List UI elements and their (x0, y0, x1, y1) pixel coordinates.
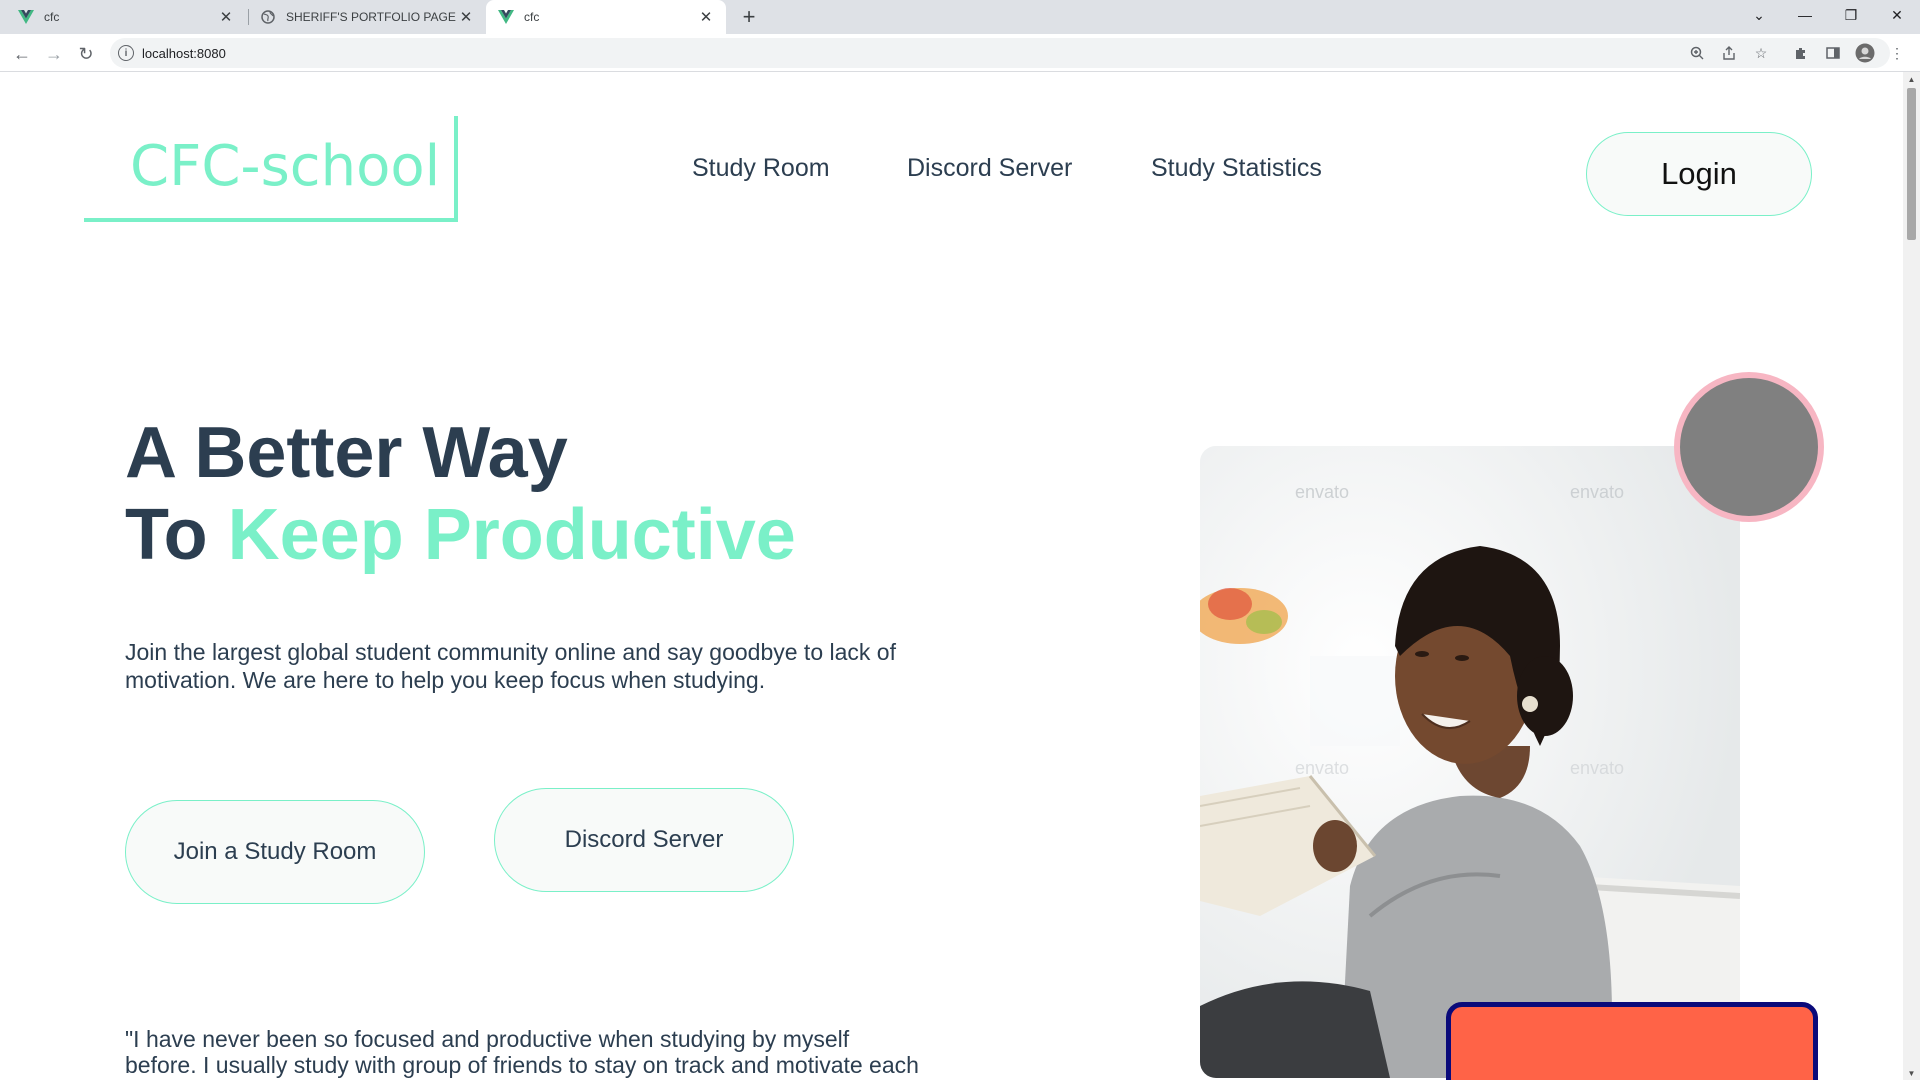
globe-icon (260, 9, 276, 25)
nav-study-statistics[interactable]: Study Statistics (1151, 154, 1322, 183)
watermark-text: envato (1295, 758, 1349, 778)
watermark-text: envato (1570, 758, 1624, 778)
share-icon[interactable] (1718, 42, 1740, 64)
reload-icon[interactable]: ↻ (74, 42, 98, 66)
login-button[interactable]: Login (1586, 132, 1812, 216)
tab-title: SHERIFF'S PORTFOLIO PAGE (286, 10, 456, 24)
page-scrollbar[interactable]: ▲ ▼ (1903, 72, 1920, 1080)
tab-title: cfc (44, 10, 60, 24)
tab-title: cfc (524, 10, 540, 24)
nav-study-room[interactable]: Study Room (692, 154, 830, 183)
hero-title-line1: A Better Way (125, 413, 568, 493)
site-logo[interactable]: CFC-school (84, 116, 458, 222)
scroll-down-arrow-icon[interactable]: ▼ (1903, 1066, 1920, 1080)
profile-avatar-icon[interactable] (1854, 42, 1876, 64)
scroll-up-arrow-icon[interactable]: ▲ (1903, 72, 1920, 86)
zoom-icon[interactable] (1686, 42, 1708, 64)
testimonial-quote: "I have never been so focused and produc… (125, 1026, 919, 1078)
new-tab-icon[interactable]: + (736, 4, 762, 30)
browser-toolbar: ← → ↻ i localhost:8080 ☆ ⋮ (0, 34, 1920, 72)
logo-text: CFC-school (130, 134, 441, 199)
scrollbar-thumb[interactable] (1907, 88, 1916, 240)
hero-title: A Better Way To Keep Productive (125, 412, 796, 576)
hero-title-prefix: To (125, 495, 228, 575)
hero-title-line2: To Keep Productive (125, 494, 796, 576)
vue-logo-icon (18, 9, 34, 25)
hero-photo: envato envato envato envato (1200, 446, 1740, 1078)
extensions-icon[interactable] (1790, 42, 1812, 64)
site-info-icon[interactable]: i (118, 45, 134, 61)
close-tab-icon[interactable]: ✕ (216, 7, 236, 27)
watermark-text: envato (1295, 482, 1349, 502)
hero-description: Join the largest global student communit… (125, 639, 896, 693)
watermark-text: envato (1570, 482, 1624, 502)
decorative-card (1446, 1002, 1818, 1080)
minimize-icon[interactable]: — (1782, 0, 1828, 30)
browser-tab-active[interactable]: cfc ✕ (486, 0, 726, 34)
tab-search-icon[interactable]: ⌄ (1736, 0, 1782, 30)
bookmark-star-icon[interactable]: ☆ (1750, 42, 1772, 64)
discord-server-button[interactable]: Discord Server (494, 788, 794, 892)
browser-tab[interactable]: cfc ✕ (0, 0, 246, 34)
back-icon[interactable]: ← (10, 42, 34, 66)
close-window-icon[interactable]: ✕ (1874, 0, 1920, 30)
forward-icon[interactable]: → (42, 42, 66, 66)
tab-divider (248, 9, 249, 25)
vue-logo-icon (498, 9, 514, 25)
side-panel-icon[interactable] (1822, 42, 1844, 64)
browser-tab[interactable]: SHERIFF'S PORTFOLIO PAGE ✕ (250, 0, 486, 34)
close-tab-icon[interactable]: ✕ (456, 7, 476, 27)
tab-strip: cfc ✕ SHERIFF'S PORTFOLIO PAGE ✕ cfc ✕ +… (0, 0, 1920, 34)
join-study-room-button[interactable]: Join a Study Room (125, 800, 425, 904)
hero-title-accent: Keep Productive (227, 495, 796, 575)
address-url: localhost:8080 (142, 46, 226, 61)
restore-icon[interactable]: ❐ (1828, 0, 1874, 30)
menu-kebab-icon[interactable]: ⋮ (1886, 42, 1908, 64)
close-tab-icon[interactable]: ✕ (696, 7, 716, 27)
page-viewport: CFC-school Study Room Discord Server Stu… (0, 72, 1920, 1080)
decorative-circle (1674, 372, 1824, 522)
nav-discord-server[interactable]: Discord Server (907, 154, 1072, 183)
address-bar[interactable]: i localhost:8080 ☆ (110, 38, 1890, 68)
